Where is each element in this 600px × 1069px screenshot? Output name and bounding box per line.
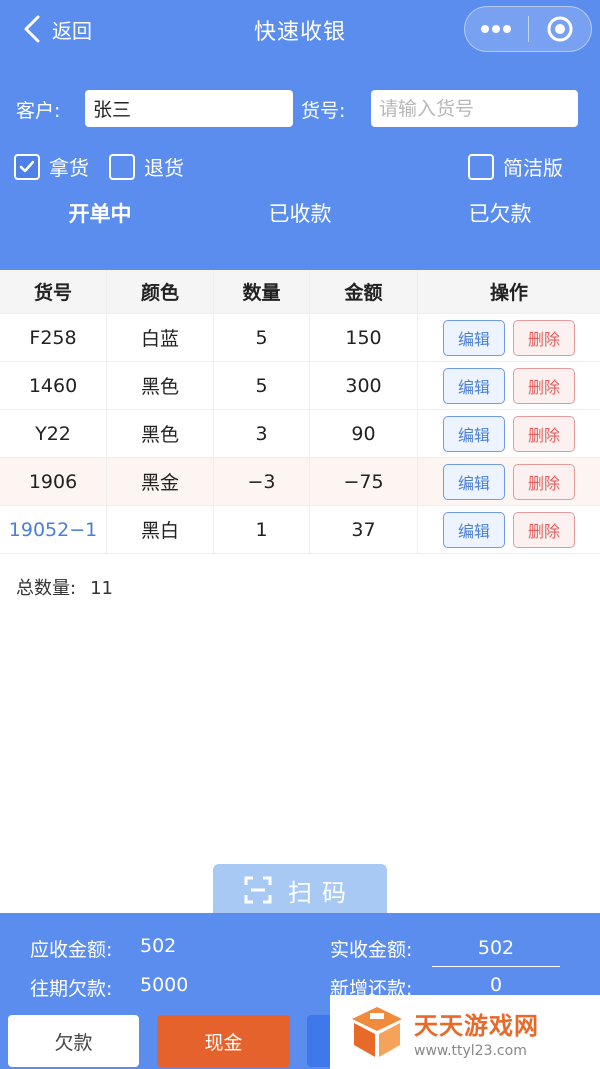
delete-button[interactable]: 删除 <box>513 367 575 404</box>
cell-qty: 5 <box>214 362 310 409</box>
options-row: 拿货 退货 简洁版 <box>0 152 600 182</box>
return-goods-label: 退货 <box>144 156 184 180</box>
edit-button[interactable]: 编辑 <box>443 319 505 356</box>
edit-button[interactable]: 编辑 <box>443 367 505 404</box>
header: 返回 快速收银 客户: 货号: <box>0 0 600 270</box>
cash-button[interactable]: 现金 <box>157 1015 290 1067</box>
new-repayment-value[interactable]: 0 <box>490 974 502 996</box>
header-item-no: 货号 <box>0 270 107 313</box>
table-row: Y22 黑色 3 90 编辑 删除 <box>0 410 600 458</box>
edit-button[interactable]: 编辑 <box>443 415 505 452</box>
unchecked-box-icon <box>468 153 494 180</box>
more-dots-icon <box>481 25 512 33</box>
scan-label: 扫码 <box>288 878 356 907</box>
debt-button[interactable]: 欠款 <box>8 1015 139 1067</box>
cell-qty: 5 <box>214 314 310 361</box>
receivable-label: 应收金额: <box>30 939 113 961</box>
cell-qty: 1 <box>214 506 310 553</box>
status-tabs: 开单中 已收款 已欠款 <box>0 198 600 230</box>
cell-amount: 300 <box>310 362 418 409</box>
table-row: 1906 黑金 −3 −75 编辑 删除 <box>0 458 600 506</box>
cell-amount: 150 <box>310 314 418 361</box>
watermark-logo-icon <box>352 1007 402 1057</box>
checked-box-icon <box>14 153 40 180</box>
paid-amount-input[interactable]: 502 <box>432 933 560 967</box>
cell-amount: −75 <box>310 458 418 505</box>
cell-color: 黑色 <box>107 362 214 409</box>
unchecked-box-icon <box>109 153 135 180</box>
cell-actions: 编辑 删除 <box>418 506 600 553</box>
cell-qty: −3 <box>214 458 310 505</box>
header-actions: 操作 <box>489 282 528 304</box>
tab-debt[interactable]: 已欠款 <box>400 198 600 228</box>
item-no-input[interactable] <box>371 90 578 127</box>
cell-amount: 37 <box>310 506 418 553</box>
cell-actions: 编辑 删除 <box>418 314 600 361</box>
cell-qty: 3 <box>214 410 310 457</box>
cell-item-no: F258 <box>0 314 107 361</box>
take-goods-checkbox[interactable]: 拿货 <box>14 152 89 181</box>
delete-button[interactable]: 删除 <box>513 415 575 452</box>
prior-debt-value: 5000 <box>140 974 189 996</box>
receivable-value: 502 <box>140 935 177 957</box>
simple-mode-label: 简洁版 <box>503 156 563 180</box>
cell-color: 黑色 <box>107 410 214 457</box>
scan-button[interactable]: 扫码 <box>213 864 387 916</box>
cell-color: 白蓝 <box>107 314 214 361</box>
cell-item-no: Y22 <box>0 410 107 457</box>
watermark-url: www.ttyl23.com <box>414 1042 527 1059</box>
delete-button[interactable]: 删除 <box>513 319 575 356</box>
cell-item-no: 1460 <box>0 362 107 409</box>
mini-program-capsule <box>464 6 592 52</box>
header-color: 颜色 <box>107 270 214 313</box>
paid-label: 实收金额: <box>330 939 413 961</box>
delete-button[interactable]: 删除 <box>513 511 575 548</box>
edit-button[interactable]: 编辑 <box>443 463 505 500</box>
table-row: F258 白蓝 5 150 编辑 删除 <box>0 314 600 362</box>
checkmark-icon <box>19 160 35 172</box>
table-header-row: 货号 颜色 数量 金额 操作 <box>0 270 600 314</box>
total-quantity: 总数量: 11 <box>16 574 113 600</box>
customer-form-row: 客户: 货号: <box>0 90 600 128</box>
more-button[interactable] <box>465 7 528 51</box>
cell-color: 黑白 <box>107 506 214 553</box>
delete-button[interactable]: 删除 <box>513 463 575 500</box>
cell-color: 黑金 <box>107 458 214 505</box>
customer-label: 客户: <box>16 100 61 122</box>
simple-mode-checkbox[interactable]: 简洁版 <box>468 152 563 181</box>
cell-actions: 编辑 删除 <box>418 362 600 409</box>
header-amount: 金额 <box>310 270 418 313</box>
order-table: 货号 颜色 数量 金额 操作 F258 白蓝 5 150 编辑 删除 1460 … <box>0 270 600 554</box>
cell-amount: 90 <box>310 410 418 457</box>
close-program-button[interactable] <box>528 7 591 51</box>
header-qty: 数量 <box>214 270 310 313</box>
site-watermark: 天天游戏网 www.ttyl23.com <box>330 995 600 1069</box>
table-row: 19052−1 黑白 1 37 编辑 删除 <box>0 506 600 554</box>
total-quantity-value: 11 <box>90 578 113 599</box>
cell-actions: 编辑 删除 <box>418 458 600 505</box>
total-quantity-label: 总数量: <box>16 578 77 599</box>
table-row: 1460 黑色 5 300 编辑 删除 <box>0 362 600 410</box>
customer-input[interactable] <box>85 90 293 127</box>
cell-item-no: 1906 <box>0 458 107 505</box>
target-close-icon <box>547 16 573 42</box>
edit-button[interactable]: 编辑 <box>443 511 505 548</box>
tab-paid[interactable]: 已收款 <box>200 198 400 228</box>
watermark-text: 天天游戏网 www.ttyl23.com <box>414 1006 539 1059</box>
cell-item-no-link[interactable]: 19052−1 <box>0 506 107 553</box>
tab-in-progress[interactable]: 开单中 <box>0 198 200 228</box>
return-goods-checkbox[interactable]: 退货 <box>109 152 184 181</box>
take-goods-label: 拿货 <box>49 156 89 180</box>
prior-debt-label: 往期欠款: <box>30 978 113 1000</box>
scan-icon <box>244 876 272 904</box>
item-no-label: 货号: <box>301 100 346 122</box>
watermark-title: 天天游戏网 <box>414 1011 539 1040</box>
cell-actions: 编辑 删除 <box>418 410 600 457</box>
nav-bar: 返回 快速收银 <box>0 0 600 58</box>
quick-checkout-page: 返回 快速收银 客户: 货号: <box>0 0 600 1069</box>
